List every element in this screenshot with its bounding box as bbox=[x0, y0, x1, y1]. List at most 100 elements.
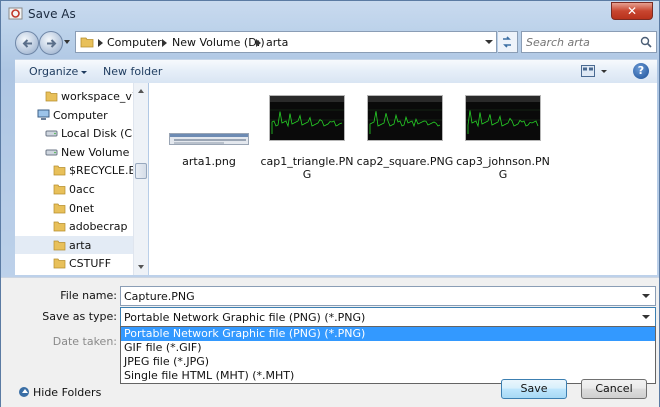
save-type-dropdown-list: Portable Network Graphic file (PNG) (*.P… bbox=[120, 326, 656, 384]
folder-icon bbox=[53, 256, 66, 269]
file-thumbnail bbox=[367, 95, 443, 141]
forward-button[interactable] bbox=[39, 31, 63, 55]
command-toolbar: Organize New folder ? bbox=[15, 59, 657, 83]
save-form: File name: Save as type: Portable Networ… bbox=[1, 277, 659, 407]
sidebar-item-label: CSTUFF bbox=[69, 257, 112, 271]
sidebar-item[interactable]: workspace_v7 bbox=[15, 87, 135, 105]
navigation-pane: workspace_v7 Computer Local Disk (C:) New V… bbox=[15, 83, 135, 275]
file-name: cap2_square.PNG bbox=[356, 155, 454, 168]
file-name: cap1_triangle.PNG bbox=[260, 155, 354, 181]
sidebar-item[interactable]: 0acc bbox=[15, 180, 134, 198]
file-thumbnail bbox=[465, 95, 541, 141]
title-bar: Save As ✕ bbox=[1, 1, 659, 27]
sidebar-item[interactable]: CSTUFF bbox=[15, 254, 134, 272]
file-thumbnail bbox=[269, 95, 345, 141]
breadcrumb-computer[interactable]: Computer bbox=[107, 36, 162, 49]
save-type-label: Save as type: bbox=[42, 310, 117, 323]
breadcrumb-arta[interactable]: arta bbox=[266, 36, 288, 49]
recent-pages-dropdown[interactable] bbox=[63, 38, 71, 46]
folder-icon bbox=[53, 201, 66, 214]
folder-icon bbox=[80, 37, 94, 48]
file-name-label: File name: bbox=[60, 289, 117, 302]
hide-folders-button[interactable]: Hide Folders bbox=[19, 386, 101, 399]
file-name-input[interactable] bbox=[124, 289, 624, 303]
chevron-right-icon[interactable] bbox=[256, 39, 261, 47]
file-thumbnail bbox=[169, 133, 249, 145]
close-button[interactable]: ✕ bbox=[611, 2, 653, 20]
view-icon[interactable] bbox=[581, 65, 595, 77]
drive-icon bbox=[45, 145, 58, 158]
sidebar-item[interactable]: Local Disk (C:) bbox=[15, 124, 135, 142]
refresh-button[interactable] bbox=[498, 31, 518, 53]
nav-scrollbar[interactable] bbox=[133, 83, 148, 275]
save-as-dialog: Save As ✕ Computer New Volume (D:) arta bbox=[0, 0, 660, 407]
chevron-up-icon bbox=[19, 387, 29, 397]
cancel-button[interactable]: Cancel bbox=[581, 379, 647, 399]
window-title: Save As bbox=[28, 7, 76, 21]
sidebar-item-label: $RECYCLE.BIN bbox=[69, 164, 134, 178]
folder-icon bbox=[45, 89, 58, 102]
back-button[interactable] bbox=[15, 31, 39, 55]
folder-icon bbox=[53, 163, 66, 176]
sidebar-item[interactable]: Computer bbox=[15, 106, 134, 124]
sidebar-item-label: 0net bbox=[69, 201, 95, 215]
app-icon bbox=[8, 7, 23, 20]
date-taken-label: Date taken: bbox=[52, 335, 117, 348]
folder-icon bbox=[53, 182, 66, 195]
save-type-select[interactable]: Portable Network Graphic file (PNG) (*.P… bbox=[120, 307, 656, 327]
file-item[interactable]: cap1_triangle.PNG bbox=[257, 93, 357, 181]
chevron-down-icon[interactable] bbox=[642, 294, 650, 298]
file-name: cap3_johnson.PNG bbox=[456, 155, 550, 181]
sidebar-item[interactable]: adobecrap bbox=[15, 217, 134, 235]
chevron-down-icon[interactable] bbox=[642, 315, 650, 319]
file-item[interactable]: arta1.png bbox=[159, 93, 259, 173]
scroll-up-icon[interactable] bbox=[138, 89, 144, 93]
search-box[interactable] bbox=[521, 31, 657, 53]
address-dropdown-icon[interactable] bbox=[485, 40, 493, 44]
organize-button[interactable]: Organize bbox=[29, 65, 88, 78]
forward-arrow-icon bbox=[47, 39, 57, 48]
address-bar[interactable]: Computer New Volume (D:) arta bbox=[75, 31, 497, 53]
computer-icon bbox=[37, 108, 50, 121]
sidebar-item[interactable]: arta bbox=[15, 235, 134, 254]
sidebar-item[interactable]: 0net bbox=[15, 199, 134, 217]
sidebar-item[interactable]: $RECYCLE.BIN bbox=[15, 161, 134, 179]
save-type-option[interactable]: JPEG file (*.JPG) bbox=[121, 355, 655, 369]
file-name: arta1.png bbox=[182, 155, 236, 168]
sidebar-item[interactable]: New Volume (D bbox=[15, 143, 134, 161]
sidebar-item[interactable]: cstuff2 bbox=[15, 273, 134, 275]
folder-icon bbox=[53, 238, 66, 251]
chevron-down-icon bbox=[81, 70, 88, 74]
save-type-option[interactable]: Single file HTML (MHT) (*.MHT) bbox=[121, 369, 655, 383]
view-dropdown-icon[interactable] bbox=[601, 70, 607, 73]
file-list: arta1.png cap1_triangle.PNG cap2_square.PN… bbox=[149, 83, 657, 275]
save-type-option[interactable]: GIF file (*.GIF) bbox=[121, 341, 655, 355]
scroll-thumb[interactable] bbox=[135, 163, 147, 179]
close-icon: ✕ bbox=[626, 4, 638, 18]
file-item[interactable]: cap3_johnson.PNG bbox=[453, 93, 553, 181]
search-input[interactable] bbox=[526, 35, 634, 49]
back-arrow-icon bbox=[22, 39, 32, 48]
sidebar-item-label: New Volume (D bbox=[61, 145, 134, 159]
refresh-icon bbox=[503, 36, 511, 48]
drive-icon bbox=[45, 126, 58, 139]
save-type-value: Portable Network Graphic file (PNG) (*.P… bbox=[124, 311, 366, 324]
sidebar-item-label: workspace_v7 bbox=[61, 90, 135, 103]
save-button[interactable]: Save bbox=[501, 379, 567, 399]
search-icon[interactable] bbox=[640, 36, 652, 48]
breadcrumb-new-volume[interactable]: New Volume (D:) bbox=[172, 36, 265, 49]
sidebar-item-label: 0acc bbox=[69, 183, 95, 196]
new-folder-button[interactable]: New folder bbox=[103, 65, 162, 78]
sidebar-item-label: Local Disk (C:) bbox=[61, 127, 135, 141]
file-name-combobox[interactable] bbox=[120, 286, 656, 306]
chevron-right-icon[interactable] bbox=[162, 39, 167, 47]
file-item[interactable]: cap2_square.PNG bbox=[355, 93, 455, 173]
save-type-option[interactable]: Portable Network Graphic file (PNG) (*.P… bbox=[121, 327, 655, 341]
sidebar-item-label: Computer bbox=[53, 108, 108, 122]
sidebar-item-label: adobecrap bbox=[69, 220, 128, 234]
scroll-down-icon[interactable] bbox=[138, 265, 144, 269]
folder-icon bbox=[53, 219, 66, 232]
help-button[interactable]: ? bbox=[633, 63, 649, 79]
chevron-right-icon[interactable] bbox=[98, 39, 103, 47]
sidebar-item-label: arta bbox=[69, 238, 92, 252]
